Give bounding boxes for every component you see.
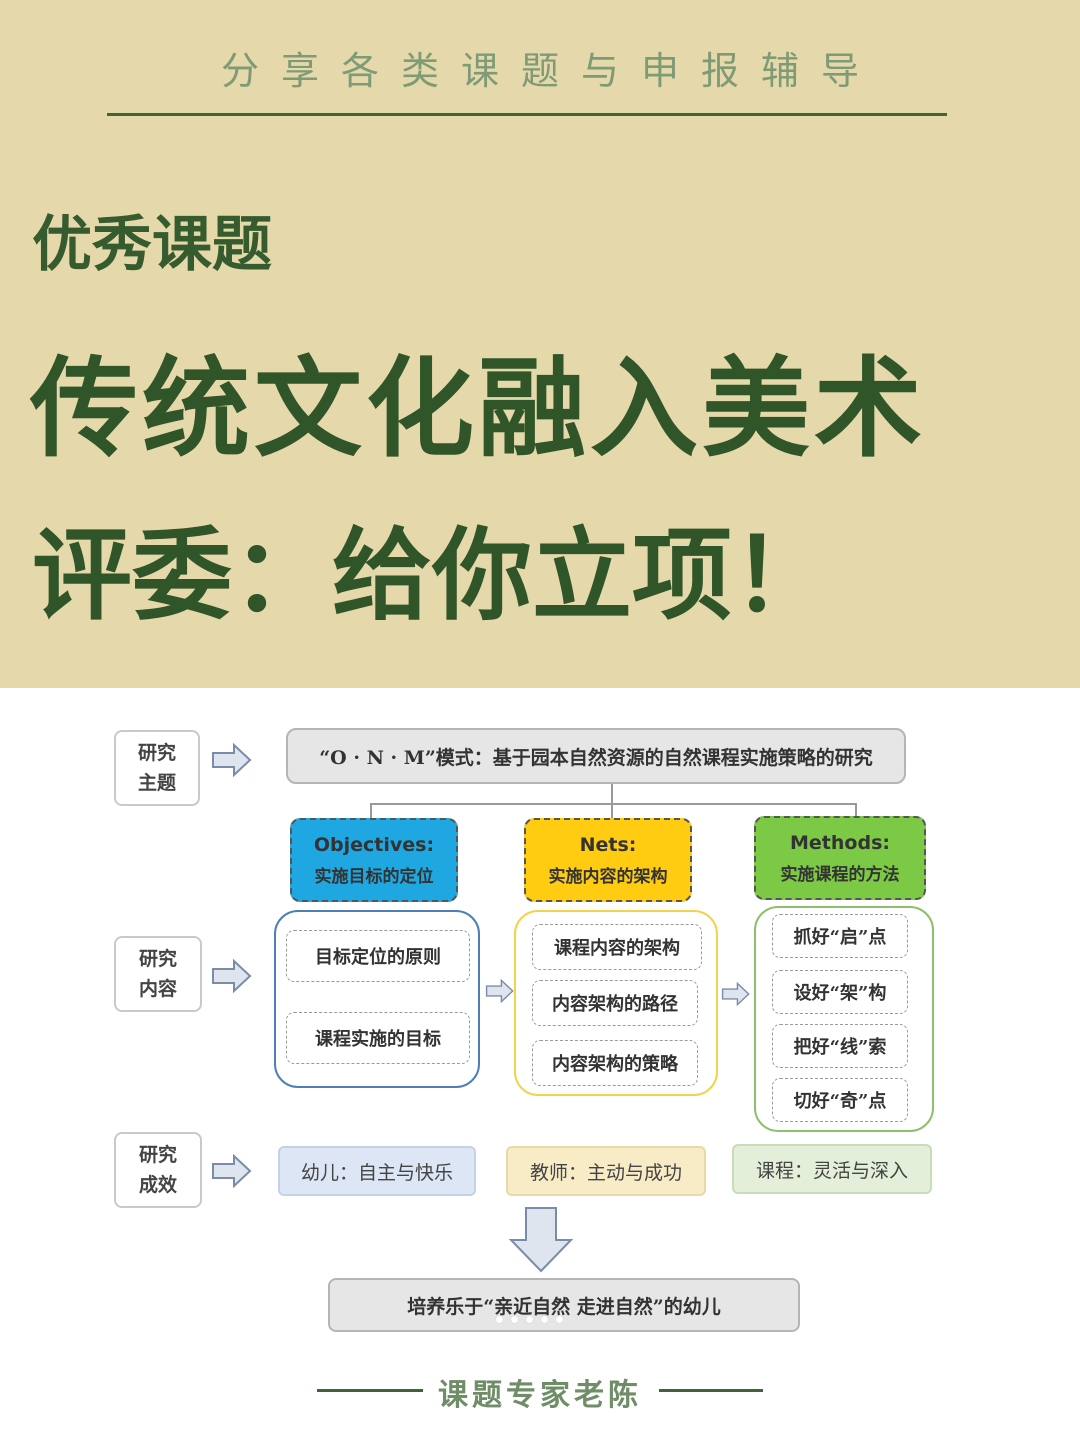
final-outcome: 培养乐于“亲近自然 走进自然”的幼儿 xyxy=(328,1278,800,1332)
footer-line-right xyxy=(659,1389,763,1392)
column-header-objectives: Objectives: 实施目标的定位 xyxy=(290,818,458,902)
nets-item: 课程内容的架构 xyxy=(532,924,702,970)
carousel-dot[interactable] xyxy=(556,1316,563,1323)
column-header-en: Objectives: xyxy=(313,833,435,856)
right-arrow-icon xyxy=(721,982,750,1006)
objectives-item: 课程实施的目标 xyxy=(286,1012,470,1064)
carousel-dot[interactable] xyxy=(526,1316,533,1323)
category-label: 优秀课题 xyxy=(32,210,272,280)
methods-item: 把好“线”索 xyxy=(772,1024,908,1068)
subheadline: 评委：给你立项！ xyxy=(32,516,832,634)
objectives-item: 目标定位的原则 xyxy=(286,930,470,982)
methods-item: 切好“奇”点 xyxy=(772,1078,908,1122)
right-arrow-icon xyxy=(212,743,252,777)
result-teachers: 教师：主动与成功 xyxy=(506,1146,706,1196)
headline: 传统文化融入美术 xyxy=(30,346,927,472)
right-arrow-icon xyxy=(212,959,252,993)
right-arrow-icon xyxy=(212,1154,252,1188)
row-label-topic: 研究 主题 xyxy=(114,730,200,806)
column-header-nets: Nets: 实施内容的架构 xyxy=(524,818,692,902)
carousel-dots[interactable] xyxy=(496,1316,563,1323)
research-topic: “O · N · M”模式：基于园本自然资源的自然课程实施策略的研究 xyxy=(286,728,906,784)
row-label-results: 研究 成效 xyxy=(114,1132,202,1208)
top-divider xyxy=(107,113,947,116)
carousel-dot[interactable] xyxy=(541,1316,548,1323)
column-header-zh: 实施内容的架构 xyxy=(548,866,668,887)
research-diagram: 研究 主题 “O · N · M”模式：基于园本自然资源的自然课程实施策略的研究… xyxy=(0,688,1080,1348)
column-header-zh: 实施目标的定位 xyxy=(314,866,434,887)
top-tagline: 分享各类课题与申报辅导 xyxy=(220,49,881,93)
column-header-en: Methods: xyxy=(790,831,890,854)
down-arrow-icon xyxy=(508,1207,574,1273)
carousel-dot[interactable] xyxy=(496,1316,503,1323)
connector-line xyxy=(611,784,613,804)
row-label-content: 研究 内容 xyxy=(114,936,202,1012)
nets-item: 内容架构的策略 xyxy=(532,1040,698,1086)
connector-line xyxy=(370,803,857,805)
column-header-zh: 实施课程的方法 xyxy=(780,864,900,885)
carousel-dot[interactable] xyxy=(511,1316,518,1323)
title-banner: 分享各类课题与申报辅导 优秀课题 传统文化融入美术 评委：给你立项！ xyxy=(0,0,1080,688)
footer: 课题专家老陈 xyxy=(0,1360,1080,1420)
result-children: 幼儿：自主与快乐 xyxy=(278,1146,476,1196)
right-arrow-icon xyxy=(485,979,514,1003)
nets-item: 内容架构的路径 xyxy=(532,980,698,1026)
methods-item: 设好“架”构 xyxy=(772,970,908,1014)
result-curriculum: 课程：灵活与深入 xyxy=(732,1144,932,1194)
column-header-en: Nets: xyxy=(579,833,637,856)
footer-signature: 课题专家老陈 xyxy=(438,1378,642,1413)
column-header-methods: Methods: 实施课程的方法 xyxy=(754,816,926,900)
methods-item: 抓好“启”点 xyxy=(772,914,908,958)
